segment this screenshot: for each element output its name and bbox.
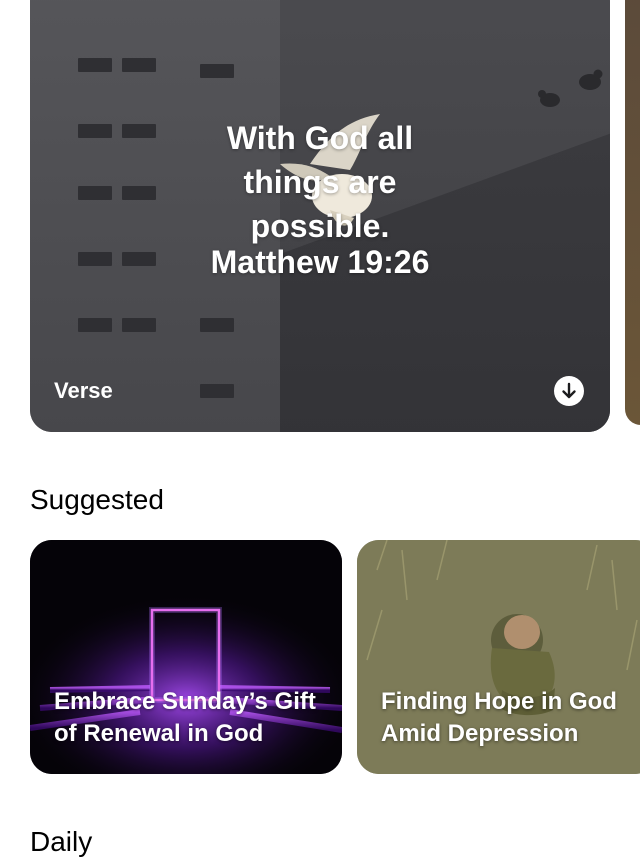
- window-decoration: [78, 318, 112, 332]
- arrow-down-icon: [562, 382, 576, 399]
- birds-decoration: [538, 69, 603, 107]
- section-title-suggested: Suggested: [30, 484, 164, 515]
- verse-reference: Matthew 19:26: [210, 244, 430, 280]
- next-verse-card-peek[interactable]: [625, 0, 640, 425]
- verse-card[interactable]: With God all things are possible. Matthe…: [30, 0, 610, 432]
- section-title-daily: Daily: [30, 826, 93, 857]
- window-decoration: [200, 318, 234, 332]
- verse-label: Verse: [54, 378, 113, 403]
- suggested-card-title: Embrace Sunday’s Gift of Renewal in God: [54, 688, 316, 747]
- download-button[interactable]: [554, 376, 584, 406]
- suggested-card[interactable]: Finding Hope in God Amid Depression: [357, 540, 640, 774]
- verse-text: With God all things are possible.: [226, 120, 414, 244]
- suggested-card[interactable]: Embrace Sunday’s Gift of Renewal in God: [30, 540, 342, 774]
- window-decoration: [122, 318, 156, 332]
- window-decoration: [122, 58, 156, 72]
- window-decoration: [200, 64, 234, 78]
- suggested-card-title: Finding Hope in God Amid Depression: [381, 688, 617, 747]
- window-decoration: [200, 384, 234, 398]
- window-decoration: [78, 58, 112, 72]
